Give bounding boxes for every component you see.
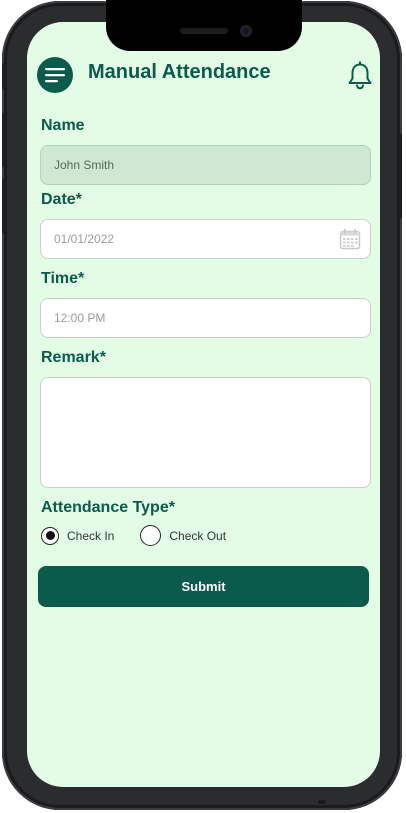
volume-down-button xyxy=(2,179,6,233)
front-camera xyxy=(240,25,252,37)
radio-label-check-out: Check Out xyxy=(169,528,227,543)
calendar-icon[interactable] xyxy=(339,228,361,250)
radio-label-check-in: Check In xyxy=(67,528,115,543)
menu-button[interactable] xyxy=(37,57,73,93)
phone-notch xyxy=(106,0,302,51)
notification-button[interactable] xyxy=(346,61,374,91)
attendance-type-label: Attendance Type* xyxy=(41,499,175,516)
radio-button-selected[interactable] xyxy=(41,526,59,545)
silent-switch xyxy=(2,63,6,89)
volume-up-button xyxy=(2,113,6,167)
date-field-placeholder: 01/01/2022 xyxy=(54,232,115,246)
time-label: Time* xyxy=(41,270,85,287)
remark-label: Remark* xyxy=(41,349,106,366)
attendance-type-radio-group: Check In Check Out xyxy=(41,525,226,546)
bell-icon xyxy=(348,61,372,90)
date-field[interactable]: 01/01/2022 xyxy=(40,219,371,259)
power-button xyxy=(398,133,402,219)
date-label: Date* xyxy=(41,191,82,208)
name-label: Name xyxy=(41,117,85,134)
submit-button[interactable]: Submit xyxy=(38,566,369,607)
radio-option-check-in[interactable]: Check In xyxy=(41,526,115,545)
time-field[interactable]: 12:00 PM xyxy=(40,298,371,338)
name-field-value: John Smith xyxy=(54,158,115,172)
radio-button-unselected[interactable] xyxy=(140,525,162,546)
radio-selected-dot xyxy=(45,531,55,540)
hamburger-menu-icon xyxy=(45,68,65,83)
remark-textarea[interactable] xyxy=(40,377,371,488)
time-field-placeholder: 12:00 PM xyxy=(54,311,106,325)
bottom-sensor xyxy=(318,800,326,804)
page-title: Manual Attendance xyxy=(88,61,271,83)
radio-option-check-out[interactable]: Check Out xyxy=(140,525,226,546)
name-field[interactable]: John Smith xyxy=(40,145,371,185)
earpiece-speaker xyxy=(180,28,228,34)
